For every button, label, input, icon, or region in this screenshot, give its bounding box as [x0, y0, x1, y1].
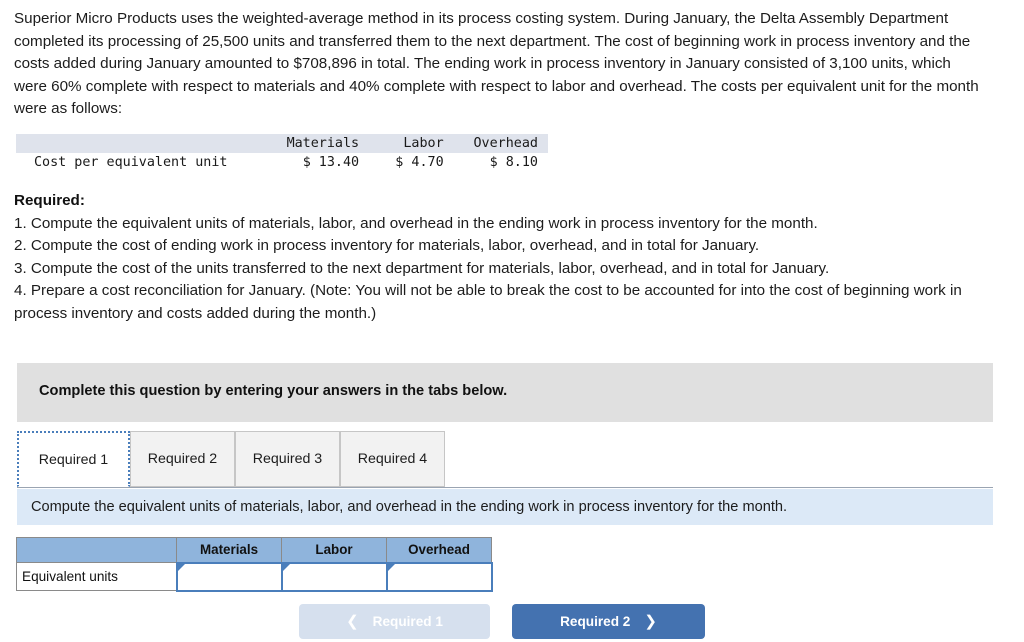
- tab-required-2[interactable]: Required 2: [130, 431, 235, 487]
- required-heading: Required:: [14, 192, 85, 209]
- tab-required-1[interactable]: Required 1: [17, 431, 130, 487]
- required-item-4: 4. Prepare a cost reconciliation for Jan…: [14, 282, 962, 322]
- required-item-1: 1. Compute the equivalent units of mater…: [14, 214, 818, 232]
- tab-required-4[interactable]: Required 4: [340, 431, 445, 487]
- cost-table-row: Cost per equivalent unit $ 13.40 $ 4.70 …: [16, 153, 548, 172]
- answer-grid-header-row: Materials Labor Overhead: [16, 537, 492, 563]
- cost-table-header-labor: Labor: [403, 136, 444, 151]
- tab-required-1-label: Required 1: [38, 451, 109, 468]
- question-prompt-bar: Compute the equivalent units of material…: [17, 489, 993, 525]
- equivalent-units-answer-table: Materials Labor Overhead Equivalent unit…: [16, 537, 493, 592]
- equivalent-units-materials-input[interactable]: [175, 561, 283, 592]
- answer-grid-row-label: Equivalent units: [16, 562, 177, 591]
- cell-marker-icon: [282, 563, 290, 571]
- next-required-button[interactable]: Required 2 ❯: [512, 604, 705, 639]
- cost-table-labor-value: $ 4.70: [395, 155, 444, 170]
- cost-table-header-overhead: Overhead: [473, 136, 539, 151]
- equivalent-units-labor-input[interactable]: [280, 561, 388, 592]
- answer-grid-row-equivalent-units: Equivalent units: [16, 561, 493, 592]
- chevron-left-icon: ❮: [346, 613, 359, 630]
- tab-required-3[interactable]: Required 3: [235, 431, 340, 487]
- instruction-banner: Complete this question by entering your …: [17, 363, 993, 422]
- previous-required-label: Required 1: [372, 614, 443, 629]
- cost-table-header-row: Materials Labor Overhead: [16, 134, 548, 153]
- cell-marker-icon: [387, 563, 395, 571]
- cost-table-header-blank: [16, 134, 259, 153]
- problem-statement: Superior Micro Products uses the weighte…: [14, 10, 979, 118]
- cost-table-overhead-value: $ 8.10: [489, 155, 538, 170]
- cost-table-row-label: Cost per equivalent unit: [34, 155, 228, 170]
- cost-per-equivalent-unit-table: Materials Labor Overhead Cost per equiva…: [16, 134, 548, 172]
- tab-required-4-label: Required 4: [357, 451, 428, 467]
- answer-grid-header-materials: Materials: [176, 537, 282, 563]
- required-item-2: 2. Compute the cost of ending work in pr…: [14, 237, 760, 255]
- previous-required-button[interactable]: ❮ Required 1: [299, 604, 490, 639]
- cost-table-header-materials: Materials: [286, 136, 360, 151]
- answer-grid-corner-cell: [16, 537, 177, 563]
- tab-strip: Required 1 Required 2 Required 3 Require…: [17, 431, 993, 488]
- equivalent-units-overhead-input[interactable]: [385, 561, 493, 592]
- question-prompt-text: Compute the equivalent units of material…: [31, 499, 788, 515]
- cost-table-materials-value: $ 13.40: [302, 155, 360, 170]
- required-section: Required: 1. Compute the equivalent unit…: [14, 190, 989, 326]
- answer-grid-header-labor: Labor: [281, 537, 387, 563]
- cell-marker-icon: [177, 563, 185, 571]
- required-item-3: 3. Compute the cost of the units transfe…: [14, 259, 830, 277]
- chevron-right-icon: ❯: [644, 613, 657, 630]
- instruction-banner-text: Complete this question by entering your …: [39, 383, 508, 399]
- next-required-label: Required 2: [560, 614, 631, 629]
- tab-required-2-label: Required 2: [147, 451, 218, 467]
- tab-required-3-label: Required 3: [252, 451, 323, 467]
- answer-grid-header-overhead: Overhead: [386, 537, 492, 563]
